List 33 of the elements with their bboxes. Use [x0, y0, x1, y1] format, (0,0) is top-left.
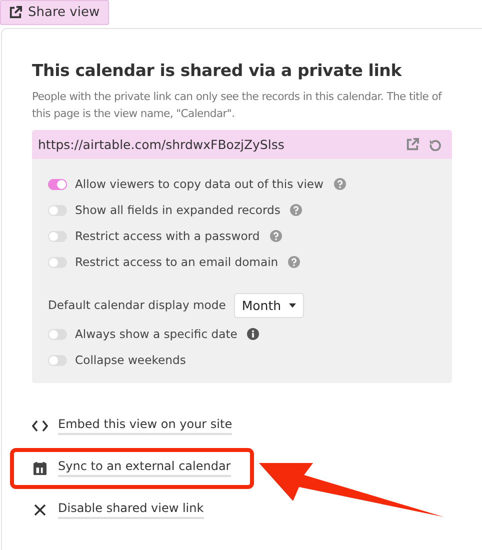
toggle-switch[interactable]: [48, 354, 67, 366]
toggle-switch[interactable]: [48, 230, 67, 242]
help-icon[interactable]: [290, 204, 302, 216]
option-label: Collapse weekends: [75, 353, 186, 367]
option-label: Always show a specific date: [75, 327, 238, 341]
code-icon: [32, 420, 48, 432]
display-mode-dropdown[interactable]: Month: [234, 292, 304, 318]
close-icon: [32, 504, 48, 516]
help-icon[interactable]: [334, 178, 346, 190]
info-icon[interactable]: [247, 328, 260, 340]
toggle-switch[interactable]: [48, 178, 67, 190]
action-link[interactable]: Embed this view on your site: [58, 417, 232, 435]
description-text: People with the private link can only see the records in this calendar. The title of this page is the view name, "Calendar".: [32, 89, 443, 122]
toggle-switch[interactable]: [48, 256, 67, 268]
open-link-icon[interactable]: [406, 138, 419, 151]
share-url[interactable]: https://airtable.com/shrdwxFBozjZySlss: [38, 137, 396, 152]
refresh-icon[interactable]: [429, 138, 442, 151]
toggle-switch[interactable]: [48, 204, 67, 216]
option-label: Restrict access with a password: [75, 229, 260, 243]
caret-icon: [289, 302, 296, 308]
calendar-icon: [32, 462, 48, 474]
action-link[interactable]: Sync to an external calendar: [58, 459, 231, 477]
help-icon[interactable]: [270, 230, 282, 242]
option-label: Restrict access to an email domain: [75, 255, 278, 269]
share-view-button[interactable]: Share view: [0, 0, 109, 25]
panel-title: This calendar is shared via a private link: [32, 61, 403, 80]
option-label: Allow viewers to copy data out of this view: [75, 177, 324, 191]
option-label: Show all fields in expanded records: [75, 203, 280, 217]
action-link[interactable]: Disable shared view link: [58, 501, 204, 519]
share-icon: [9, 6, 22, 19]
toggle-switch[interactable]: [48, 328, 67, 340]
option-label: Default calendar display mode: [48, 298, 226, 312]
help-icon[interactable]: [288, 256, 300, 268]
